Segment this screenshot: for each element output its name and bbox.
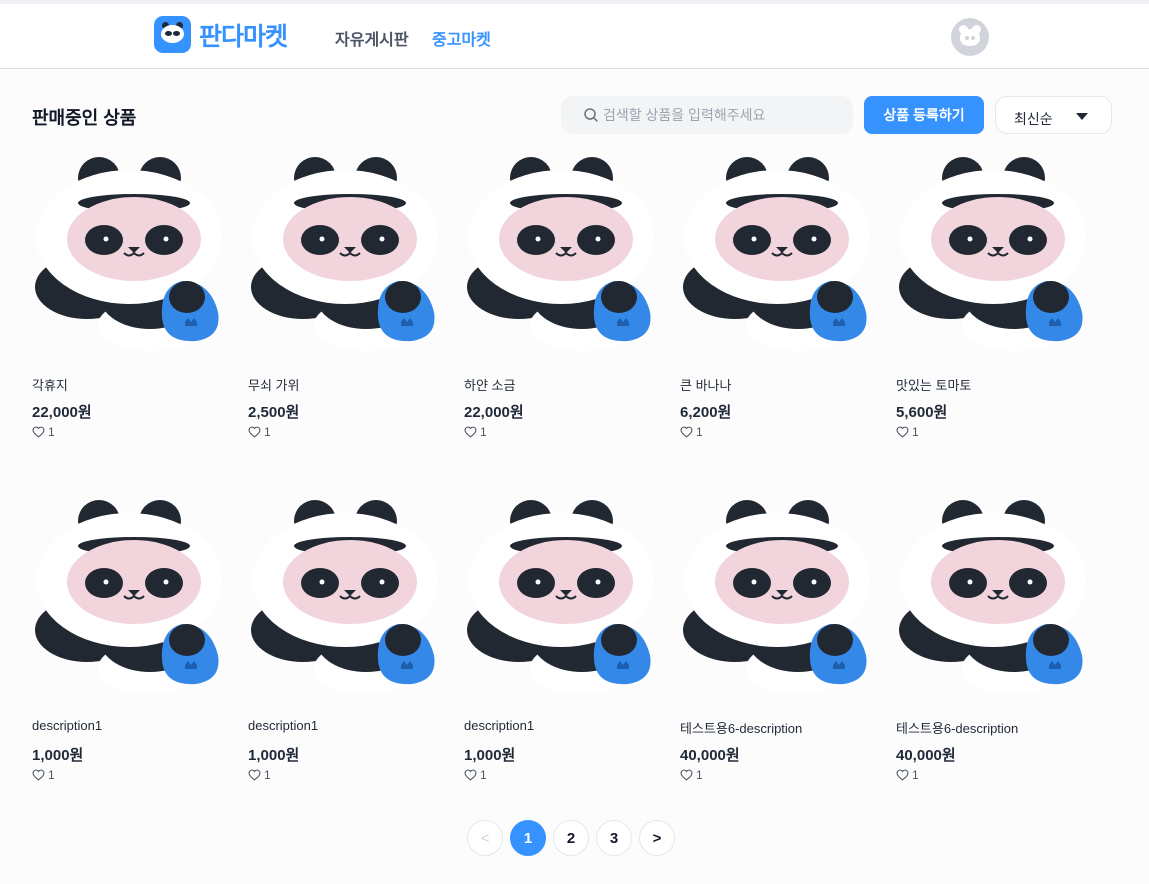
product-image[interactable]	[248, 157, 448, 357]
page-button-3[interactable]: 3	[596, 820, 632, 856]
product-card[interactable]: description1 1,000원 1	[32, 500, 232, 800]
product-image[interactable]	[464, 157, 664, 357]
product-likes[interactable]: 1	[248, 425, 271, 439]
product-card[interactable]: 각휴지 22,000원 1	[32, 157, 232, 457]
product-price: 40,000원	[680, 747, 740, 764]
heart-icon	[680, 426, 696, 438]
product-price: 1,000원	[464, 747, 516, 764]
product-name: description1	[248, 718, 319, 733]
product-price: 1,000원	[32, 747, 84, 764]
product-price: 1,000원	[248, 747, 300, 764]
logo[interactable]: 판다마켓	[154, 16, 288, 53]
product-card[interactable]: 맛있는 토마토 5,600원 1	[896, 157, 1096, 457]
panda-logo-icon	[154, 16, 191, 53]
product-price: 5,600원	[896, 404, 948, 421]
product-price: 2,500원	[248, 404, 300, 421]
like-count: 1	[264, 425, 271, 439]
like-count: 1	[696, 425, 703, 439]
product-likes[interactable]: 1	[896, 768, 919, 782]
like-count: 1	[480, 768, 487, 782]
product-name: 테스트용6-description	[896, 721, 1019, 736]
product-likes[interactable]: 1	[32, 425, 55, 439]
register-product-button[interactable]: 상품 등록하기	[864, 96, 984, 134]
product-likes[interactable]: 1	[464, 425, 487, 439]
like-count: 1	[48, 425, 55, 439]
heart-icon	[248, 769, 264, 781]
product-card[interactable]: description1 1,000원 1	[464, 500, 664, 800]
product-card[interactable]: 큰 바나나 6,200원 1	[680, 157, 880, 457]
product-likes[interactable]: 1	[680, 768, 703, 782]
caret-down-icon	[1076, 113, 1088, 120]
heart-icon	[680, 769, 696, 781]
product-card[interactable]: 테스트용6-description 40,000원 1	[680, 500, 880, 800]
product-name: 각휴지	[32, 378, 68, 393]
like-count: 1	[912, 768, 919, 782]
product-name: 맛있는 토마토	[896, 378, 972, 393]
heart-icon	[464, 769, 480, 781]
product-likes[interactable]: 1	[896, 425, 919, 439]
product-name: description1	[464, 718, 535, 733]
product-likes[interactable]: 1	[680, 425, 703, 439]
page-button-2[interactable]: 2	[553, 820, 589, 856]
heart-icon	[248, 426, 264, 438]
product-image[interactable]	[248, 500, 448, 700]
search-box[interactable]	[561, 96, 853, 134]
like-count: 1	[912, 425, 919, 439]
product-card[interactable]: 무쇠 가위 2,500원 1	[248, 157, 448, 457]
product-image[interactable]	[32, 500, 232, 700]
product-price: 22,000원	[32, 404, 92, 421]
search-input[interactable]	[603, 107, 843, 123]
product-price: 6,200원	[680, 404, 732, 421]
product-likes[interactable]: 1	[248, 768, 271, 782]
product-likes[interactable]: 1	[464, 768, 487, 782]
product-card[interactable]: 테스트용6-description 40,000원 1	[896, 500, 1096, 800]
product-name: 테스트용6-description	[680, 721, 803, 736]
product-image[interactable]	[464, 500, 664, 700]
product-name: 하얀 소금	[464, 378, 516, 393]
like-count: 1	[264, 768, 271, 782]
sort-dropdown[interactable]: 최신순	[995, 96, 1112, 134]
product-price: 40,000원	[896, 747, 956, 764]
logo-text: 판다마켓	[199, 22, 288, 51]
page-button-1[interactable]: 1	[510, 820, 546, 856]
heart-icon	[464, 426, 480, 438]
product-image[interactable]	[896, 157, 1096, 357]
nav-free-board[interactable]: 자유게시판	[335, 26, 409, 50]
product-image[interactable]	[680, 157, 880, 357]
heart-icon	[32, 769, 48, 781]
like-count: 1	[480, 425, 487, 439]
prev-page-button[interactable]: <	[467, 820, 503, 856]
product-image[interactable]	[896, 500, 1096, 700]
product-card[interactable]: 하얀 소금 22,000원 1	[464, 157, 664, 457]
heart-icon	[32, 426, 48, 438]
product-image[interactable]	[32, 157, 232, 357]
product-name: description1	[32, 718, 103, 733]
nav-used-market[interactable]: 중고마켓	[432, 26, 491, 50]
product-name: 큰 바나나	[680, 378, 732, 393]
heart-icon	[896, 426, 912, 438]
product-price: 22,000원	[464, 404, 524, 421]
like-count: 1	[696, 768, 703, 782]
product-image[interactable]	[680, 500, 880, 700]
search-icon	[584, 108, 598, 122]
product-likes[interactable]: 1	[32, 768, 55, 782]
header: 판다마켓 자유게시판 중고마켓	[0, 0, 1149, 69]
like-count: 1	[48, 768, 55, 782]
product-name: 무쇠 가위	[248, 378, 300, 393]
sort-selected: 최신순	[1014, 111, 1053, 127]
product-card[interactable]: description1 1,000원 1	[248, 500, 448, 800]
section-title: 판매중인 상품	[32, 108, 137, 128]
heart-icon	[896, 769, 912, 781]
user-avatar[interactable]	[951, 18, 989, 56]
next-page-button[interactable]: >	[639, 820, 675, 856]
